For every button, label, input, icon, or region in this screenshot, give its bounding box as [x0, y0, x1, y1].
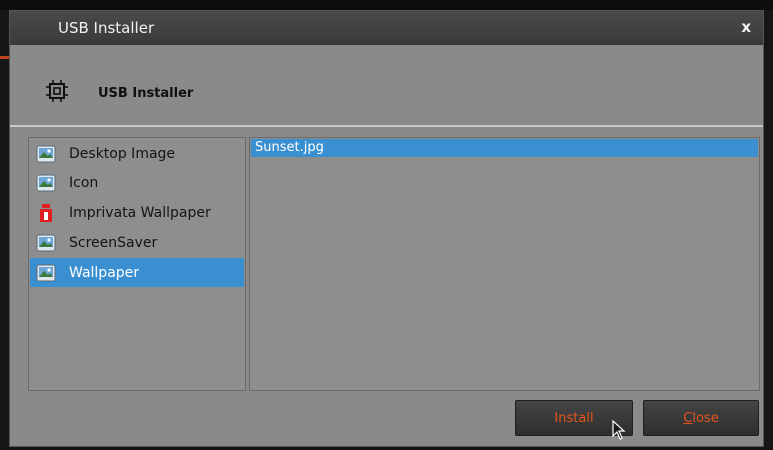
title-bar[interactable]: USB Installer x — [10, 11, 763, 45]
usb-installer-window: USB Installer x USB Installer Desktop Im… — [9, 10, 764, 447]
category-item-icon[interactable]: Icon — [30, 168, 244, 197]
mouse-pointer-icon — [612, 420, 626, 440]
close-icon[interactable]: x — [741, 18, 751, 36]
category-label: Imprivata Wallpaper — [69, 204, 211, 221]
close-button-mnemonic: C — [683, 410, 693, 426]
desktop-top-strip — [0, 0, 773, 10]
header-title: USB Installer — [98, 86, 194, 101]
desktop-accent — [0, 56, 9, 59]
close-button-label: lose — [692, 410, 719, 426]
category-label: ScreenSaver — [69, 234, 158, 251]
close-button[interactable]: Close — [643, 400, 759, 436]
header-divider — [10, 125, 763, 127]
chip-icon — [46, 80, 68, 102]
category-label: Icon — [69, 174, 99, 191]
category-item-screensaver[interactable]: ScreenSaver — [30, 228, 244, 257]
category-list[interactable]: Desktop Image Icon Imprivata Wallpaper S… — [28, 137, 246, 391]
dialog-header: USB Installer — [10, 45, 763, 125]
image-icon — [36, 264, 56, 281]
imprivata-icon — [40, 203, 52, 222]
window-title: USB Installer — [58, 19, 155, 37]
file-item-sunset[interactable]: Sunset.jpg — [251, 139, 758, 157]
category-label: Wallpaper — [69, 264, 140, 281]
image-icon — [36, 234, 56, 251]
image-icon — [36, 145, 56, 162]
category-label: Desktop Image — [69, 145, 176, 162]
install-button-label: Install — [554, 410, 594, 426]
category-item-imprivata-wallpaper[interactable]: Imprivata Wallpaper — [30, 198, 244, 227]
image-icon — [36, 174, 56, 191]
category-item-desktop-image[interactable]: Desktop Image — [30, 139, 244, 168]
file-list[interactable]: Sunset.jpg — [249, 137, 760, 391]
category-item-wallpaper[interactable]: Wallpaper — [30, 258, 244, 287]
